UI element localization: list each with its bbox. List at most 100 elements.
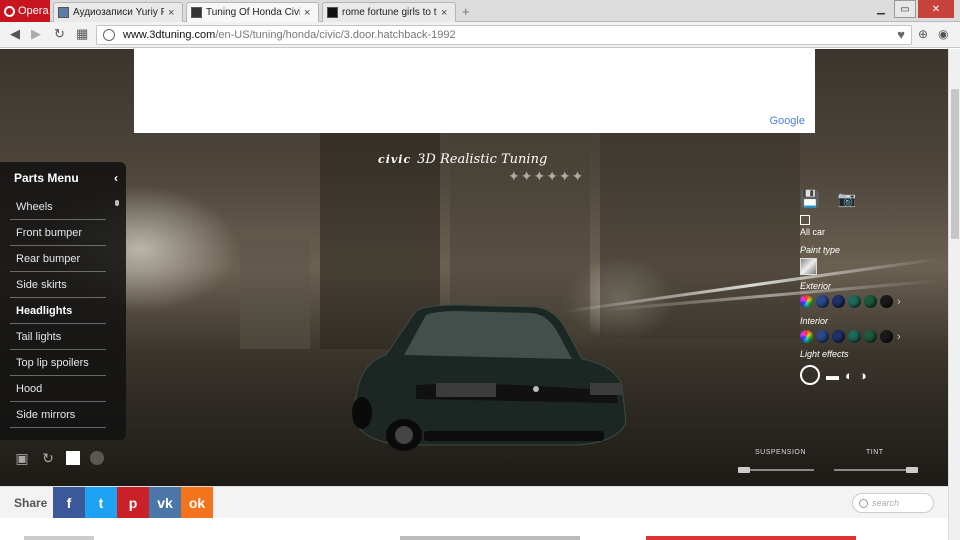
white-background-toggle[interactable] xyxy=(66,451,80,465)
light-effects-label: Light effects xyxy=(800,349,849,359)
parts-menu-list: Wheels Front bumper Rear bumper Side skirts… xyxy=(0,194,126,428)
dim-toggle-icon[interactable] xyxy=(90,451,104,465)
parts-menu-item[interactable]: Side mirrors xyxy=(10,402,106,428)
opera-menu-label: Opera xyxy=(18,5,49,17)
parts-menu-item[interactable]: Front bumper xyxy=(10,220,106,246)
page-scrollbar[interactable] xyxy=(948,49,960,540)
car-light-icon[interactable]: ▬ xyxy=(826,368,839,383)
tint-label: TINT xyxy=(866,449,884,456)
low-beam-icon[interactable]: ◐ xyxy=(845,368,853,383)
tab-close-icon[interactable]: × xyxy=(168,7,178,19)
color-swatch[interactable] xyxy=(832,295,845,308)
address-bar[interactable]: www.3dtuning.com/en-US/tuning/honda/civi… xyxy=(96,25,912,45)
all-car-checkbox[interactable] xyxy=(800,215,810,225)
chevron-right-icon[interactable]: › xyxy=(897,296,901,308)
facebook-share-button[interactable]: f xyxy=(53,487,85,519)
search-placeholder: search xyxy=(872,498,900,508)
bookmark-heart-icon[interactable]: ♥ xyxy=(897,27,905,42)
parts-menu-header[interactable]: Parts Menu ‹ xyxy=(0,162,126,194)
background-building xyxy=(240,239,310,349)
tab-title: rome fortune girls to the MP3 xyxy=(342,7,437,18)
maximize-icon[interactable]: ▭ xyxy=(894,0,916,18)
tab-3dtuning[interactable]: Tuning Of Honda Civic 3 Door × xyxy=(186,2,319,22)
mp3-icon xyxy=(327,7,338,18)
background-signage: ✦✦✦✦✦✦ xyxy=(508,169,585,185)
odnoklassniki-share-button[interactable]: ok xyxy=(181,487,213,519)
high-beam-icon[interactable]: ◑ xyxy=(859,368,867,383)
suspension-label: SUSPENSION xyxy=(755,449,806,456)
vk-share-button[interactable]: vk xyxy=(149,487,181,519)
parts-menu-item[interactable]: Hood xyxy=(10,376,106,402)
custom-color-swatch[interactable] xyxy=(800,295,813,308)
customization-panel: 💾 📷 All car Paint type Exterior › Interi… xyxy=(800,189,930,385)
content-strip xyxy=(24,536,94,540)
rotate-icon[interactable]: ↻ xyxy=(40,451,56,465)
content-strip xyxy=(646,536,856,540)
all-car-label: All car xyxy=(800,227,826,237)
camera-icon[interactable]: 📷 xyxy=(838,190,857,208)
color-swatch[interactable] xyxy=(816,295,829,308)
page-below-fold xyxy=(0,518,948,540)
parts-menu-item[interactable]: Side skirts xyxy=(10,272,106,298)
color-swatch[interactable] xyxy=(832,330,845,343)
ad-banner[interactable]: Google xyxy=(134,49,815,133)
tab-mp3[interactable]: rome fortune girls to the MP3 × xyxy=(322,2,456,22)
parts-menu-item[interactable]: Wheels xyxy=(10,194,106,220)
civic-brand-header: civic 3D Realistic Tuning xyxy=(378,152,547,167)
back-icon[interactable]: ◀ xyxy=(10,26,20,42)
light-effects-options: ▬ ◐ ◑ xyxy=(800,365,930,385)
url-path: /en-US/tuning/honda/civic/3.door.hatchba… xyxy=(215,29,456,41)
share-label: Share xyxy=(14,496,48,510)
close-window-icon[interactable]: ✕ xyxy=(918,0,954,18)
custom-color-swatch[interactable] xyxy=(800,330,813,343)
minimize-icon[interactable]: ▁ xyxy=(870,0,892,18)
account-icon[interactable]: ◉ xyxy=(938,27,948,41)
parts-menu-item[interactable]: Rear bumper xyxy=(10,246,106,272)
color-swatch[interactable] xyxy=(880,330,893,343)
parts-menu: Parts Menu ‹ Wheels Front bumper Rear bump… xyxy=(0,162,126,440)
tab-vk-audio[interactable]: Аудиозаписи Yuriy Fedorov × xyxy=(53,2,183,22)
color-swatch[interactable] xyxy=(864,330,877,343)
car-model[interactable] xyxy=(346,303,628,453)
background-image-icon[interactable]: ▣ xyxy=(14,451,30,465)
color-swatch[interactable] xyxy=(864,295,877,308)
tint-slider-knob[interactable] xyxy=(906,467,918,473)
vk-icon xyxy=(58,7,69,18)
browser-window: Opera Аудиозаписи Yuriy Fedorov × Tuning… xyxy=(0,0,960,540)
parts-menu-item[interactable]: Top lip spoilers xyxy=(10,350,106,376)
twitter-share-button[interactable]: t xyxy=(85,487,117,519)
search-field[interactable]: search xyxy=(852,493,934,513)
suspension-slider-knob[interactable] xyxy=(738,467,750,473)
paint-type-selector[interactable] xyxy=(800,258,817,275)
parts-menu-item[interactable]: Tail lights xyxy=(10,324,106,350)
parts-menu-title: Parts Menu xyxy=(14,171,79,185)
speed-dial-icon[interactable]: ▦ xyxy=(76,26,88,42)
interior-label: Interior xyxy=(800,316,829,326)
interior-swatches: › xyxy=(800,330,930,343)
parts-menu-scrollbar[interactable] xyxy=(115,200,119,206)
color-swatch[interactable] xyxy=(816,330,829,343)
parts-menu-item[interactable]: Headlights xyxy=(10,298,106,324)
download-icon[interactable]: ⊕ xyxy=(918,27,928,41)
page-scrollbar-thumb[interactable] xyxy=(951,89,959,239)
chevron-right-icon[interactable]: › xyxy=(897,331,901,343)
new-tab-button[interactable]: + xyxy=(462,4,470,19)
tab-close-icon[interactable]: × xyxy=(304,7,314,19)
color-swatch[interactable] xyxy=(848,330,861,343)
tab-title: Аудиозаписи Yuriy Fedorov xyxy=(73,7,164,18)
address-toolbar: ◀ ▶ ↻ ▦ www.3dtuning.com/en-US/tuning/ho… xyxy=(0,22,960,48)
color-swatch[interactable] xyxy=(880,295,893,308)
civic-logo: civic xyxy=(378,153,412,166)
tab-close-icon[interactable]: × xyxy=(441,7,451,19)
exterior-label: Exterior xyxy=(800,281,832,291)
forward-icon[interactable]: ▶ xyxy=(31,26,41,42)
reload-icon[interactable]: ↻ xyxy=(54,26,65,42)
pinterest-share-button[interactable]: p xyxy=(117,487,149,519)
share-bar: Share f t p vk ok search xyxy=(0,486,948,519)
opera-menu-button[interactable]: Opera xyxy=(0,0,50,22)
opera-logo-icon xyxy=(4,5,15,17)
color-swatch[interactable] xyxy=(848,295,861,308)
wheel-light-icon[interactable] xyxy=(800,365,820,385)
chevron-left-icon[interactable]: ‹ xyxy=(114,171,118,185)
save-icon[interactable]: 💾 xyxy=(800,189,820,209)
